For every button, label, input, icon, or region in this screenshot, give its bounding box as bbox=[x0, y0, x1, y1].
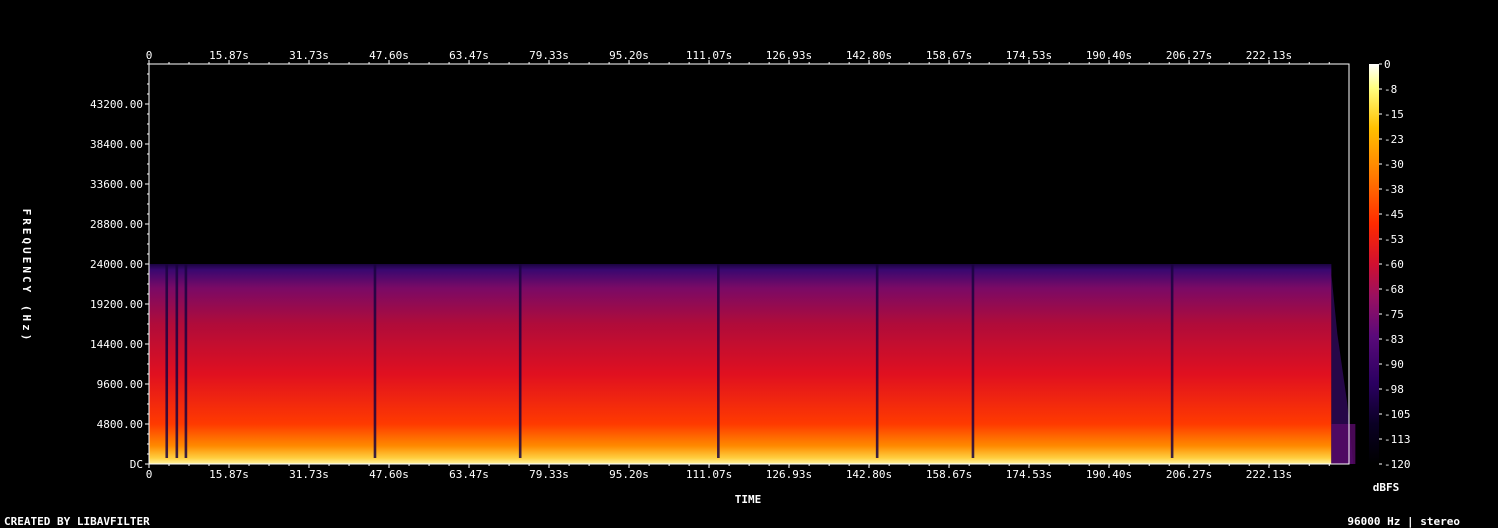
quiet-gap bbox=[165, 264, 169, 458]
colorbar-tick-label: -98 bbox=[1384, 383, 1404, 396]
colorbar-tick-label: -60 bbox=[1384, 258, 1404, 271]
spectrogram-energy bbox=[149, 264, 1332, 464]
colorbar-tick-label: -45 bbox=[1384, 208, 1404, 221]
colorbar-tick-label: -120 bbox=[1384, 458, 1411, 471]
colorbar-tick-label: -105 bbox=[1384, 408, 1411, 421]
x-tick-label-top: 190.40s bbox=[1086, 49, 1132, 62]
x-tick-label-bottom: 190.40s bbox=[1086, 468, 1132, 481]
x-tick-label-bottom: 222.13s bbox=[1246, 468, 1292, 481]
y-tick-label: 4800.00 bbox=[97, 418, 143, 431]
x-tick-label-bottom: 15.87s bbox=[209, 468, 249, 481]
colorbar-tick-label: -75 bbox=[1384, 308, 1404, 321]
x-tick-label-bottom: 206.27s bbox=[1166, 468, 1212, 481]
y-tick-label: 28800.00 bbox=[90, 218, 143, 231]
x-tick-label-bottom: 0 bbox=[146, 468, 153, 481]
spectrogram-tail-low bbox=[1331, 424, 1356, 464]
colorbar-tick-label: -30 bbox=[1384, 158, 1404, 171]
colorbar-tick-label: -90 bbox=[1384, 358, 1404, 371]
colorbar: 0 -8 -15 -23 -30 -38 -45 -53 -60 -68 -75 -83 -90 -98 -… bbox=[1369, 58, 1411, 471]
x-tick-label-top: 47.60s bbox=[369, 49, 409, 62]
x-tick-label-bottom: 79.33s bbox=[529, 468, 569, 481]
y-tick-label: 24000.00 bbox=[90, 258, 143, 271]
x-tick-label-top: 63.47s bbox=[449, 49, 489, 62]
quiet-gap bbox=[175, 264, 179, 458]
x-tick-label-bottom: 111.07s bbox=[686, 468, 732, 481]
x-tick-label-top: 31.73s bbox=[289, 49, 329, 62]
quiet-gap bbox=[518, 264, 522, 458]
colorbar-tick-label: -83 bbox=[1384, 333, 1404, 346]
y-tick-label: DC bbox=[130, 458, 143, 471]
x-tick-label-top: 79.33s bbox=[529, 49, 569, 62]
y-tick-label: 9600.00 bbox=[97, 378, 143, 391]
x-tick-label-top: 206.27s bbox=[1166, 49, 1212, 62]
y-tick-label: 33600.00 bbox=[90, 178, 143, 191]
x-tick-label-bottom: 47.60s bbox=[369, 468, 409, 481]
x-tick-label-top: 15.87s bbox=[209, 49, 249, 62]
x-tick-label-top: 0 bbox=[146, 49, 153, 62]
quiet-gap bbox=[1170, 264, 1174, 458]
x-tick-label-bottom: 158.67s bbox=[926, 468, 972, 481]
spectrogram-plot bbox=[148, 63, 1356, 465]
spectrogram-figure: 0 15.87s 31.73s 47.60s 63.47s 79.33s 95.20s 111… bbox=[4, 49, 1460, 528]
x-tick-label-bottom: 95.20s bbox=[609, 468, 649, 481]
x-tick-label-top: 126.93s bbox=[766, 49, 812, 62]
x-tick-label-bottom: 174.53s bbox=[1006, 468, 1052, 481]
colorbar-tick-label: -68 bbox=[1384, 283, 1404, 296]
x-axis-top: 0 15.87s 31.73s 47.60s 63.47s 79.33s 95.20s 111… bbox=[146, 49, 1330, 64]
x-tick-label-bottom: 31.73s bbox=[289, 468, 329, 481]
footer-credit: CREATED BY LIBAVFILTER bbox=[4, 515, 150, 528]
colorbar-label: dBFS bbox=[1373, 481, 1400, 494]
x-tick-label-bottom: 142.80s bbox=[846, 468, 892, 481]
x-tick-label-top: 158.67s bbox=[926, 49, 972, 62]
quiet-gap bbox=[373, 264, 377, 458]
y-tick-label: 14400.00 bbox=[90, 338, 143, 351]
x-tick-label-top: 174.53s bbox=[1006, 49, 1052, 62]
x-tick-label-top: 95.20s bbox=[609, 49, 649, 62]
x-tick-label-bottom: 126.93s bbox=[766, 468, 812, 481]
colorbar-tick-label: -53 bbox=[1384, 233, 1404, 246]
colorbar-tick-label: -15 bbox=[1384, 108, 1404, 121]
colorbar-tick-label: -38 bbox=[1384, 183, 1404, 196]
colorbar-gradient bbox=[1369, 64, 1379, 464]
quiet-gap bbox=[184, 264, 188, 458]
x-tick-label-bottom: 63.47s bbox=[449, 468, 489, 481]
y-axis: DC 4800.00 9600.00 14400.00 19200.00 24000.00… bbox=[90, 63, 149, 471]
x-tick-label-top: 111.07s bbox=[686, 49, 732, 62]
x-tick-label-top: 142.80s bbox=[846, 49, 892, 62]
y-tick-label: 43200.00 bbox=[90, 98, 143, 111]
y-tick-label: 19200.00 bbox=[90, 298, 143, 311]
colorbar-tick-label: -23 bbox=[1384, 133, 1404, 146]
quiet-gap bbox=[971, 264, 975, 458]
quiet-gap bbox=[717, 264, 720, 458]
y-tick-label: 38400.00 bbox=[90, 138, 143, 151]
y-axis-title: FREQUENCY (Hz) bbox=[20, 209, 33, 344]
footer-sample-info: 96000 Hz | stereo bbox=[1347, 515, 1460, 528]
quiet-gap bbox=[875, 264, 879, 458]
x-axis-bottom: 0 15.87s 31.73s 47.60s 63.47s 79.33s 95.20s 111… bbox=[146, 464, 1330, 481]
colorbar-tick-label: -113 bbox=[1384, 433, 1411, 446]
colorbar-tick-label: 0 bbox=[1384, 58, 1391, 71]
x-axis-title: TIME bbox=[735, 493, 762, 506]
colorbar-tick-label: -8 bbox=[1384, 83, 1397, 96]
x-tick-label-top: 222.13s bbox=[1246, 49, 1292, 62]
